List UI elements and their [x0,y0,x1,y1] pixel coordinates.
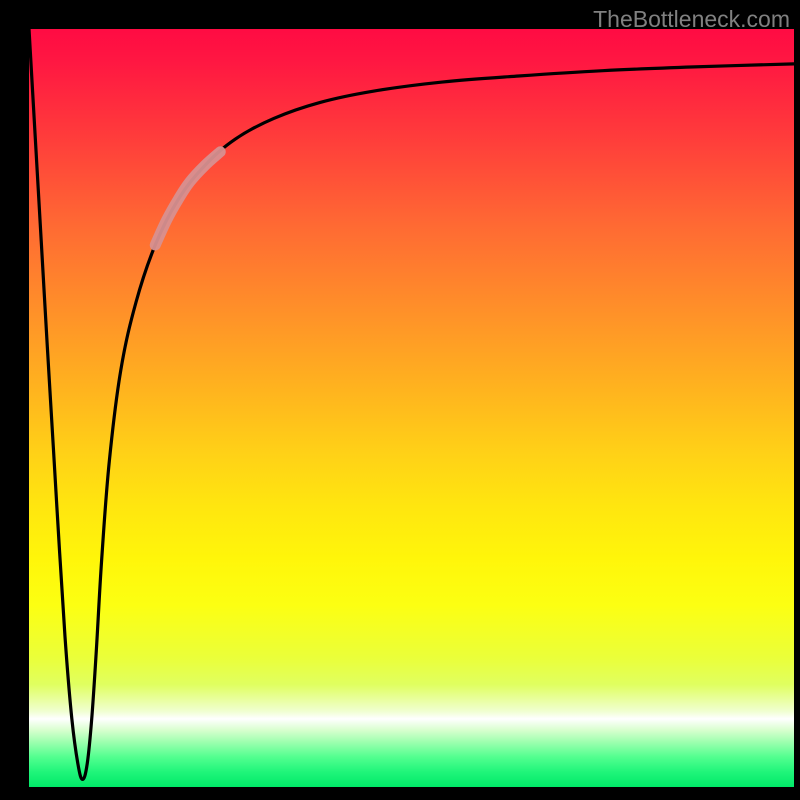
chart-frame: TheBottleneck.com [0,0,800,800]
plot-area [29,29,794,787]
watermark-label: TheBottleneck.com [593,6,790,33]
